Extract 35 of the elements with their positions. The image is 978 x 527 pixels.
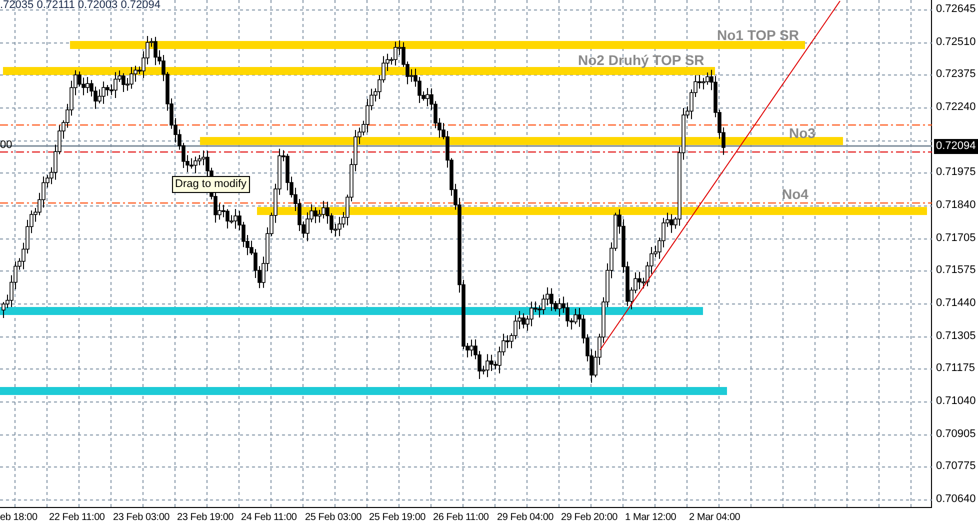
time-tick-label: 26 Feb 11:00: [433, 513, 489, 523]
time-tick-label: 23 Feb 19:00: [177, 513, 234, 523]
price-tick-label: 0.71840: [936, 200, 976, 211]
level-label: No2 Druhý TOP SR: [578, 52, 704, 68]
price-tick-label: 0.71040: [936, 396, 976, 407]
price-tick-label: 0.71440: [936, 298, 976, 309]
current-price-label: 0.72094: [934, 139, 978, 154]
time-tick-label: 29 Feb 04:00: [497, 513, 554, 523]
time-tick-label: 22 Feb 11:00: [49, 513, 105, 523]
time-tick-label: eb 18:00: [0, 513, 38, 523]
level-label: No4: [782, 186, 808, 202]
time-tick-label: 25 Feb 03:00: [305, 513, 362, 523]
price-tick-label: 0.72510: [936, 37, 976, 48]
price-tick-label: 0.71975: [936, 167, 976, 178]
price-tick-label: 0.72375: [936, 69, 976, 80]
price-tick-label: 0.70905: [936, 429, 976, 440]
price-tick-label: 0.71305: [936, 331, 976, 342]
price-tick-label: 0.71175: [936, 363, 975, 374]
price-tick-label: 0.70775: [936, 461, 976, 472]
time-tick-label: 25 Feb 19:00: [369, 513, 426, 523]
time-tick-label: 24 Feb 11:00: [241, 513, 297, 523]
ohlc-values: .72035 0.72111 0.72003 0.72094: [0, 0, 160, 11]
level-label: No3: [789, 125, 816, 141]
time-tick-label: 1 Mar 12:00: [625, 513, 676, 523]
price-label: 00: [0, 140, 12, 151]
price-tick-label: 0.72645: [936, 4, 976, 15]
price-tick-label: 0.71705: [936, 233, 976, 244]
price-tick-label: 0.72240: [936, 102, 976, 113]
time-tick-label: 2 Mar 04:00: [689, 513, 740, 523]
price-tick-label: 0.70640: [936, 494, 976, 505]
time-tick-label: 29 Feb 20:00: [561, 513, 618, 523]
time-tick-label: 23 Feb 03:00: [113, 513, 170, 523]
tooltip: Drag to modify: [172, 176, 250, 193]
level-label: No1 TOP SR: [717, 27, 799, 43]
price-tick-label: 0.71575: [936, 265, 976, 276]
